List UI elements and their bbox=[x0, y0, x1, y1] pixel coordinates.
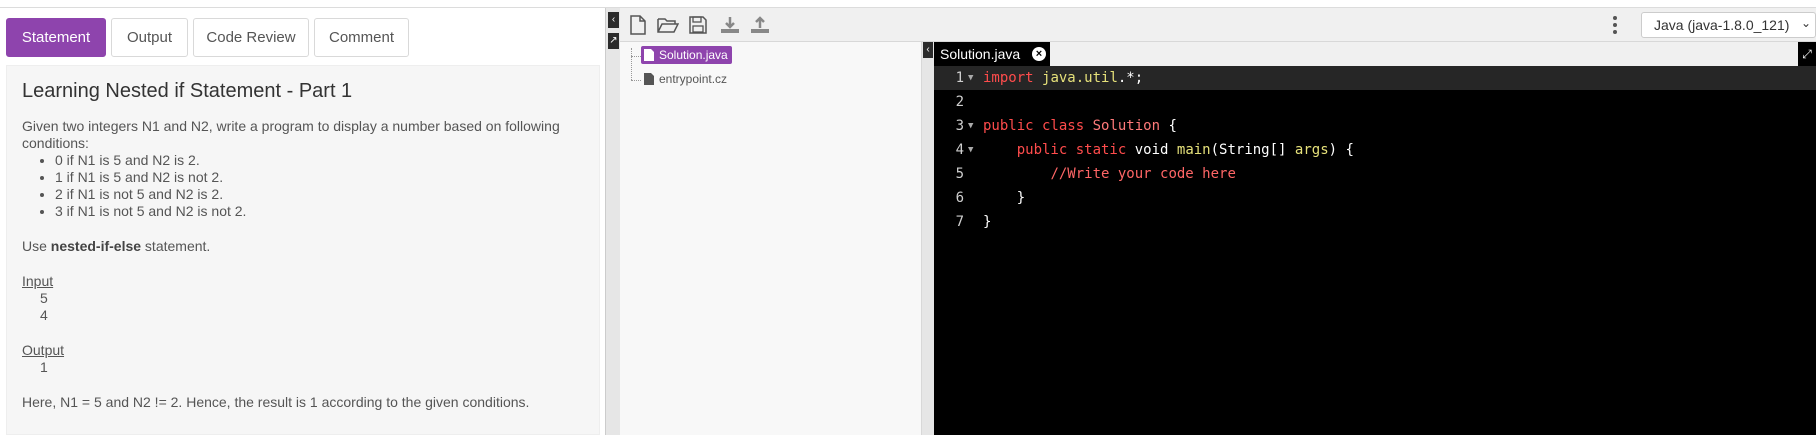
fold-arrow-icon[interactable]: ▼ bbox=[968, 114, 973, 138]
save-icon[interactable] bbox=[686, 14, 710, 36]
upload-icon[interactable] bbox=[748, 14, 772, 36]
code-line[interactable]: 4 ▼ public static void main(String[] arg… bbox=[934, 138, 1816, 162]
code-token: import bbox=[983, 70, 1034, 86]
condition-list: 0 if N1 is 5 and N2 is 2. 1 if N1 is 5 a… bbox=[55, 152, 584, 220]
fold-arrow-icon[interactable]: ▼ bbox=[968, 138, 973, 162]
code-token: args bbox=[1294, 142, 1329, 158]
collapse-tree-icon[interactable]: ‹ bbox=[923, 42, 933, 58]
editor-tab-label: Solution.java bbox=[940, 46, 1021, 62]
code-line[interactable]: 1 ▼ import java.util.*; bbox=[934, 66, 1816, 90]
editor-toolbar: Java (java-1.8.0_121) ⌄ bbox=[620, 8, 1816, 42]
code-editor[interactable]: 1 ▼ import java.util.*; 2 3 ▼ public cla… bbox=[934, 66, 1816, 435]
line-number: 2 bbox=[955, 94, 964, 110]
editor-tab-bar: Solution.java × ⤢ bbox=[934, 42, 1816, 66]
panel-collapse-strip[interactable]: ‹ ↗ bbox=[605, 8, 620, 435]
use-note: Use nested-if-else statement. bbox=[22, 238, 584, 255]
file-name: Solution.java bbox=[659, 48, 728, 62]
language-label: Java (java-1.8.0_121) bbox=[1654, 17, 1790, 33]
file-icon bbox=[644, 73, 654, 85]
use-bold: nested-if-else bbox=[50, 238, 142, 254]
problem-intro: Given two integers N1 and N2, write a pr… bbox=[22, 118, 560, 151]
tree-guide bbox=[631, 56, 641, 57]
top-border bbox=[0, 0, 1816, 8]
code-token: ) { bbox=[1328, 142, 1354, 158]
code-token: { bbox=[1160, 118, 1177, 134]
code-token: Solution bbox=[1092, 118, 1161, 134]
code-token: } bbox=[983, 214, 992, 230]
code-line[interactable]: 6 } bbox=[934, 186, 1816, 210]
input-value: 4 bbox=[40, 307, 48, 323]
condition-item: 0 if N1 is 5 and N2 is 2. bbox=[55, 152, 584, 169]
language-select[interactable]: Java (java-1.8.0_121) ⌄ bbox=[1641, 12, 1816, 38]
tab-comment[interactable]: Comment bbox=[314, 18, 409, 57]
code-comment: //Write your code here bbox=[1050, 166, 1236, 182]
explanation: Here, N1 = 5 and N2 != 2. Hence, the res… bbox=[22, 394, 530, 410]
new-file-icon[interactable] bbox=[626, 14, 650, 36]
panel-tabs: Statement Output Code Review Comment bbox=[6, 18, 409, 58]
editor-tab-solution[interactable]: Solution.java × bbox=[934, 42, 1050, 66]
line-number: 6 bbox=[955, 190, 964, 206]
file-icon bbox=[644, 49, 654, 61]
tab-output[interactable]: Output bbox=[111, 18, 188, 57]
code-token: main bbox=[1176, 142, 1211, 158]
input-value: 5 bbox=[40, 290, 48, 306]
condition-item: 1 if N1 is 5 and N2 is not 2. bbox=[55, 169, 584, 186]
tab-statement[interactable]: Statement bbox=[6, 18, 106, 57]
problem-statement: Learning Nested if Statement - Part 1 Gi… bbox=[6, 65, 600, 435]
output-label: Output bbox=[22, 342, 65, 358]
open-folder-icon[interactable] bbox=[656, 14, 680, 36]
collapse-left-icon[interactable]: ‹ bbox=[608, 12, 619, 28]
tree-collapse-strip[interactable]: ‹ bbox=[922, 42, 934, 435]
expand-icon[interactable]: ↗ bbox=[608, 33, 619, 49]
tree-guide bbox=[631, 80, 641, 81]
line-number: 7 bbox=[955, 214, 964, 230]
code-line[interactable]: 7 } bbox=[934, 210, 1816, 234]
problem-panel: Statement Output Code Review Comment Lea… bbox=[0, 8, 605, 435]
use-prefix: Use bbox=[22, 238, 51, 254]
file-item-entrypoint[interactable]: entrypoint.cz bbox=[644, 70, 727, 88]
code-line[interactable]: 2 bbox=[934, 90, 1816, 114]
code-line[interactable]: 3 ▼ public class Solution { bbox=[934, 114, 1816, 138]
fullscreen-icon[interactable]: ⤢ bbox=[1798, 42, 1816, 66]
code-token: void bbox=[1134, 142, 1169, 158]
code-line[interactable]: 5 //Write your code here bbox=[934, 162, 1816, 186]
condition-item: 2 if N1 is not 5 and N2 is 2. bbox=[55, 186, 584, 203]
output-value: 1 bbox=[40, 359, 48, 375]
line-number: 1 bbox=[955, 70, 964, 86]
code-token: } bbox=[1016, 190, 1026, 206]
code-token: public static bbox=[1016, 142, 1127, 158]
condition-item: 3 if N1 is not 5 and N2 is not 2. bbox=[55, 203, 584, 220]
download-icon[interactable] bbox=[718, 14, 742, 36]
code-token: java.util bbox=[1042, 70, 1118, 86]
chevron-down-icon: ⌄ bbox=[1800, 16, 1811, 30]
code-token: .*; bbox=[1117, 70, 1144, 86]
file-name: entrypoint.cz bbox=[659, 72, 728, 86]
code-token: public class bbox=[983, 118, 1085, 134]
file-item-solution-java[interactable]: Solution.java bbox=[641, 46, 732, 64]
line-number: 3 bbox=[955, 118, 964, 134]
more-options-icon[interactable] bbox=[1610, 15, 1620, 35]
use-suffix: statement. bbox=[141, 238, 211, 254]
input-label: Input bbox=[22, 273, 54, 289]
fold-arrow-icon[interactable]: ▼ bbox=[968, 66, 973, 90]
file-tree bbox=[620, 42, 922, 435]
code-token: (String[] bbox=[1210, 142, 1295, 158]
close-tab-icon[interactable]: × bbox=[1032, 47, 1046, 61]
tree-guide bbox=[631, 48, 632, 80]
problem-title: Learning Nested if Statement - Part 1 bbox=[22, 80, 353, 102]
tab-code-review[interactable]: Code Review bbox=[193, 18, 309, 57]
line-number: 5 bbox=[955, 166, 964, 182]
line-number: 4 bbox=[955, 142, 964, 158]
